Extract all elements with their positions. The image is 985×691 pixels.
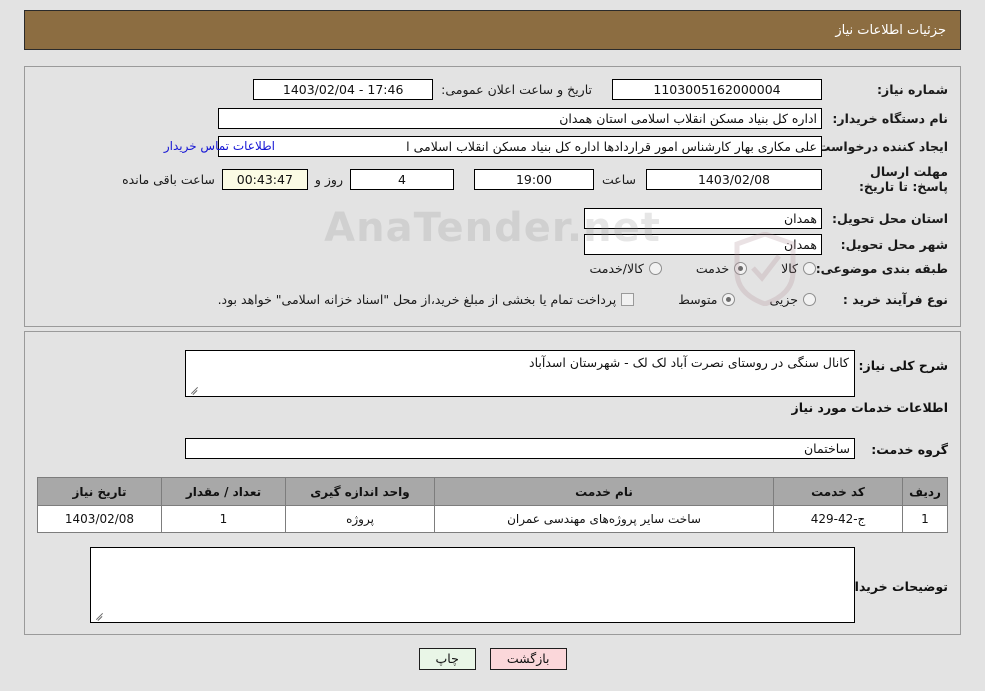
category-row: طبقه بندی موضوعی: کالا خدمت کالا/خدمت [555, 261, 948, 276]
buyer-contact-link[interactable]: اطلاعات تماس خریدار [164, 139, 275, 153]
category-option-service[interactable]: خدمت [695, 261, 748, 276]
days-remaining-value: 4 [349, 168, 454, 190]
deadline-date-value: 1403/02/08 [646, 168, 822, 190]
footer-actions: بازگشت چاپ [0, 648, 985, 670]
category-label: طبقه بندی موضوعی: [815, 261, 948, 276]
creator-label: ایجاد کننده درخواست: [812, 139, 948, 154]
page-header: جزئیات اطلاعات نیاز [24, 10, 961, 50]
city-value: همدان [584, 234, 822, 255]
city-row: شهر محل تحویل: همدان [584, 234, 948, 255]
buyer-notes-textarea[interactable] [90, 547, 855, 623]
col-unit: واحد اندازه گیری [285, 477, 435, 506]
process-option-medium[interactable]: متوسط [678, 292, 736, 307]
col-quantity: تعداد / مقدار [161, 477, 286, 506]
treasury-checkbox-label: پرداخت تمام یا بخشی از مبلغ خرید،از محل … [217, 292, 617, 307]
process-label: نوع فرآیند خرید : [842, 292, 948, 307]
days-suffix-label: روز و [314, 171, 343, 187]
deadline-row: مهلت ارسال پاسخ: تا تاریخ: 1403/02/08 سا… [122, 164, 948, 194]
radio-icon[interactable] [734, 262, 748, 275]
page-root: جزئیات اطلاعات نیاز AnaTender.net شماره … [0, 0, 985, 691]
buyer-notes-label: توضیحات خریدار: [842, 579, 948, 594]
province-value: همدان [584, 208, 822, 229]
category-radio-group: کالا خدمت کالا/خدمت [555, 261, 816, 276]
process-row: نوع فرآیند خرید : جزیی متوسط پرداخت تمام… [184, 292, 948, 307]
process-radio-group: جزیی متوسط [644, 292, 816, 307]
category-option-goods-service-label: کالا/خدمت [589, 261, 644, 276]
need-number-label: شماره نیاز: [877, 82, 948, 97]
creator-row: ایجاد کننده درخواست: علی مکاری بهار کارش… [218, 136, 948, 157]
need-number-row: شماره نیاز: 1103005162000004 [612, 79, 948, 100]
general-need-label: شرح کلی نیاز: [858, 358, 948, 373]
creator-value: علی مکاری بهار کارشناس امور قراردادها اد… [218, 136, 822, 157]
back-button[interactable]: بازگشت [489, 648, 567, 670]
category-option-goods[interactable]: کالا [781, 261, 816, 276]
col-row-no: ردیف [902, 477, 948, 506]
checkbox-icon[interactable] [621, 293, 635, 306]
services-info-heading: اطلاعات خدمات مورد نیاز [791, 400, 949, 415]
service-group-label: گروه خدمت: [871, 442, 948, 457]
category-option-goods-label: کالا [781, 261, 798, 276]
province-row: استان محل تحویل: همدان [584, 208, 948, 229]
need-details-panel: شرح کلی نیاز: کانال سنگی در روستای نصرت … [24, 331, 961, 635]
radio-icon[interactable] [803, 262, 816, 275]
radio-icon[interactable] [803, 293, 816, 306]
buyer-org-value: اداره کل بنیاد مسکن انقلاب اسلامی استان … [218, 108, 822, 129]
process-option-minor-label: جزیی [769, 292, 798, 307]
city-label: شهر محل تحویل: [840, 237, 948, 252]
announce-datetime-label: تاریخ و ساعت اعلان عمومی: [441, 82, 592, 97]
resize-grip-icon[interactable] [94, 610, 104, 620]
radio-icon[interactable] [722, 293, 736, 306]
cell-service-name: ساخت سایر پروژه‌های مهندسی عمران [434, 505, 774, 533]
table-header-row: ردیف کد خدمت نام خدمت واحد اندازه گیری ت… [37, 477, 948, 506]
cell-quantity: 1 [161, 505, 286, 533]
category-option-goods-service[interactable]: کالا/خدمت [589, 261, 662, 276]
province-label: استان محل تحویل: [831, 211, 948, 226]
hour-value: 19:00 [473, 168, 594, 190]
general-need-value: کانال سنگی در روستای نصرت آباد لک لک - ش… [529, 355, 849, 370]
hour-label: ساعت [601, 171, 636, 187]
need-number-value: 1103005162000004 [612, 79, 822, 100]
general-need-textarea[interactable]: کانال سنگی در روستای نصرت آباد لک لک - ش… [185, 350, 855, 397]
cell-service-code: ج-42-429 [773, 505, 903, 533]
category-option-service-label: خدمت [695, 261, 730, 276]
cell-row-no: 1 [902, 505, 948, 533]
services-table: ردیف کد خدمت نام خدمت واحد اندازه گیری ت… [37, 477, 948, 533]
deadline-label: مهلت ارسال پاسخ: تا تاریخ: [858, 164, 948, 194]
cell-need-date: 1403/02/08 [37, 505, 162, 533]
process-option-minor[interactable]: جزیی [769, 292, 816, 307]
announce-datetime-value: 1403/02/04 - 17:46 [253, 79, 434, 100]
col-need-date: تاریخ نیاز [37, 477, 162, 506]
announce-datetime-row: تاریخ و ساعت اعلان عمومی: 1403/02/04 - 1… [253, 79, 592, 100]
buyer-org-label: نام دستگاه خریدار: [832, 111, 948, 126]
countdown-suffix-label: ساعت باقی مانده [122, 171, 215, 187]
page-title: جزئیات اطلاعات نیاز [835, 22, 946, 38]
cell-unit: پروژه [285, 505, 435, 533]
col-service-code: کد خدمت [773, 477, 903, 506]
radio-icon[interactable] [648, 262, 662, 275]
col-service-name: نام خدمت [434, 477, 774, 506]
print-button[interactable]: چاپ [418, 648, 476, 670]
buyer-org-row: نام دستگاه خریدار: اداره کل بنیاد مسکن ا… [218, 108, 948, 129]
need-summary-panel: شماره نیاز: 1103005162000004 تاریخ و ساع… [24, 66, 961, 327]
resize-grip-icon[interactable] [189, 384, 199, 394]
countdown-value: 00:43:47 [221, 168, 308, 190]
process-option-medium-label: متوسط [678, 292, 718, 307]
service-group-value: ساختمان [185, 438, 855, 459]
treasury-checkbox-wrap[interactable]: پرداخت تمام یا بخشی از مبلغ خرید،از محل … [218, 292, 635, 307]
table-row: 1 ج-42-429 ساخت سایر پروژه‌های مهندسی عم… [37, 505, 948, 533]
